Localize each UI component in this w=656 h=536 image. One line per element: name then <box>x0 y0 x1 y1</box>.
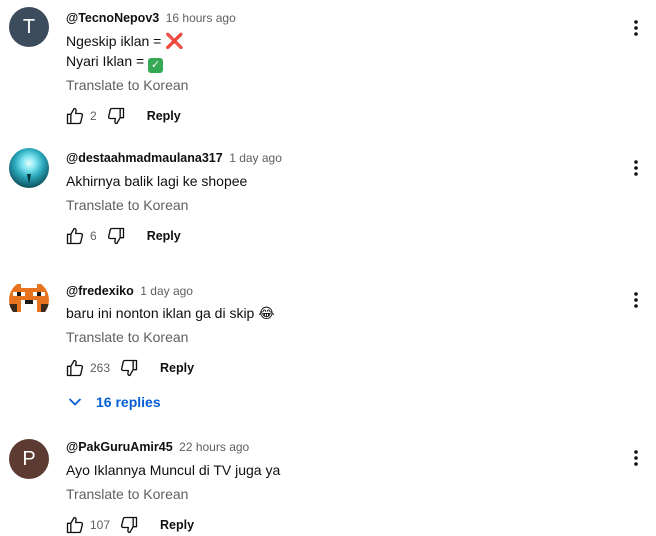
comment-actions: 107 Reply <box>64 514 194 536</box>
comment-text: Akhirnya balik lagi ke shopee <box>66 173 248 189</box>
like-button[interactable] <box>64 514 86 536</box>
comment-menu-button[interactable] <box>626 288 646 312</box>
like-count: 263 <box>90 361 111 375</box>
thumbs-up-icon <box>66 227 84 245</box>
like-button[interactable] <box>64 357 86 379</box>
pixel-fox-icon <box>9 284 49 312</box>
replies-count-label: 16 replies <box>96 394 161 410</box>
comment-menu-button[interactable] <box>626 156 646 180</box>
comment-actions: 6 Reply <box>64 225 181 247</box>
avatar[interactable] <box>9 148 49 188</box>
comment-actions: 2 Reply <box>64 105 181 127</box>
comment: P @PakGuruAmir45 22 hours ago Ayo Iklann… <box>0 430 656 536</box>
more-vert-icon <box>634 20 638 36</box>
comment-menu-button[interactable] <box>626 16 646 40</box>
comment-author[interactable]: @TecnoNepov3 <box>66 11 159 25</box>
comment-header: @destaahmadmaulana317 1 day ago <box>66 150 282 166</box>
translate-link[interactable]: Translate to Korean <box>66 485 188 503</box>
comment-author[interactable]: @destaahmadmaulana317 <box>66 151 223 165</box>
thumbs-up-icon <box>66 359 84 377</box>
avatar-letter: P <box>22 447 36 470</box>
more-vert-icon <box>634 292 638 308</box>
comment-author[interactable]: @fredexiko <box>66 284 134 298</box>
comment-header: @TecnoNepov3 16 hours ago <box>66 10 236 26</box>
comment-time[interactable]: 22 hours ago <box>179 440 249 454</box>
like-count: 2 <box>90 109 97 123</box>
dislike-button[interactable] <box>105 225 127 247</box>
comment-text: Ayo Iklannya Muncul di TV juga ya <box>66 462 281 478</box>
cross-mark-emoji: ❌ <box>165 33 184 50</box>
view-replies-button[interactable]: 16 replies <box>68 394 161 410</box>
comment-text: Ngeskip iklan = <box>66 33 166 49</box>
comment: @fredexiko 1 day ago baru ini nonton ikl… <box>0 273 656 423</box>
more-vert-icon <box>634 450 638 466</box>
like-button[interactable] <box>64 225 86 247</box>
more-vert-icon <box>634 160 638 176</box>
avatar-glow-icon <box>27 174 31 184</box>
comment-menu-button[interactable] <box>626 446 646 470</box>
check-mark-emoji: ✓ <box>148 58 164 73</box>
reply-button[interactable]: Reply <box>160 361 194 375</box>
avatar[interactable]: P <box>9 439 49 479</box>
dislike-button[interactable] <box>105 105 127 127</box>
comment-time[interactable]: 1 day ago <box>140 284 193 298</box>
dislike-button[interactable] <box>118 357 140 379</box>
translate-link[interactable]: Translate to Korean <box>66 328 188 346</box>
thumbs-up-icon <box>66 516 84 534</box>
thumbs-down-icon <box>107 107 124 125</box>
comment-text: baru ini nonton iklan ga di skip <box>66 305 259 321</box>
comment-author[interactable]: @PakGuruAmir45 <box>66 440 173 454</box>
comment-header: @fredexiko 1 day ago <box>66 283 193 299</box>
avatar[interactable]: T <box>9 7 49 47</box>
avatar[interactable] <box>9 280 49 320</box>
comment-header: @PakGuruAmir45 22 hours ago <box>66 439 249 455</box>
reply-button[interactable]: Reply <box>147 109 181 123</box>
dislike-button[interactable] <box>118 514 140 536</box>
avatar-letter: T <box>22 15 36 38</box>
laughing-emoji: 😂 <box>258 305 275 321</box>
chevron-down-icon <box>68 398 82 406</box>
thumbs-up-icon <box>66 107 84 125</box>
reply-button[interactable]: Reply <box>147 229 181 243</box>
thumbs-down-icon <box>107 227 124 245</box>
comment-text-line: baru ini nonton iklan ga di skip 😂 <box>66 304 275 322</box>
translate-link[interactable]: Translate to Korean <box>66 196 188 214</box>
comment: T @TecnoNepov3 16 hours ago Ngeskip ikla… <box>0 0 656 130</box>
comment-time[interactable]: 1 day ago <box>229 151 282 165</box>
comment-actions: 263 Reply <box>64 357 194 379</box>
reply-button[interactable]: Reply <box>160 518 194 532</box>
thumbs-down-icon <box>120 359 138 377</box>
like-count: 6 <box>90 229 97 243</box>
comment-text-line: Ngeskip iklan = ❌ <box>66 32 184 51</box>
like-count: 107 <box>90 518 111 532</box>
comment-text-line: Nyari Iklan = ✓ <box>66 52 164 73</box>
comment-text: Nyari Iklan = <box>66 53 149 69</box>
like-button[interactable] <box>64 105 86 127</box>
comment: @destaahmadmaulana317 1 day ago Akhirnya… <box>0 140 656 260</box>
comment-time[interactable]: 16 hours ago <box>166 11 236 25</box>
translate-link[interactable]: Translate to Korean <box>66 76 188 94</box>
thumbs-down-icon <box>120 516 138 534</box>
